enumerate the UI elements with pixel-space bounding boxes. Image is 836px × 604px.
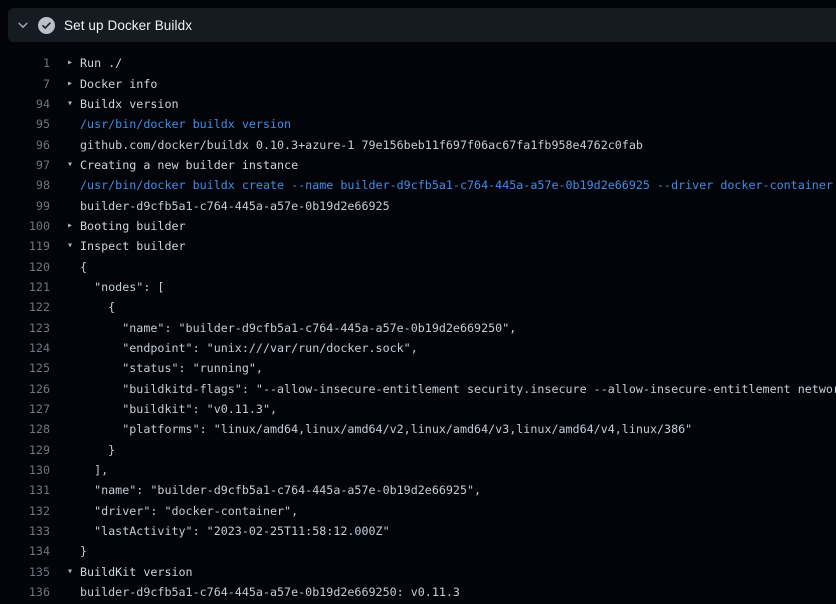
log-text: builder-d9cfb5a1-c764-445a-a57e-0b19d2e6… xyxy=(80,199,390,213)
line-number[interactable]: 95 xyxy=(0,117,50,131)
log-line: 123 "name": "builder-d9cfb5a1-c764-445a-… xyxy=(0,317,836,337)
line-number[interactable]: 94 xyxy=(0,97,50,111)
group-toggle-icon[interactable]: ▾ xyxy=(67,99,80,109)
line-number[interactable]: 127 xyxy=(0,402,50,416)
log-text: { xyxy=(80,300,115,314)
log-line: 124 "endpoint": "unix:///var/run/docker.… xyxy=(0,338,836,358)
actions-log-viewer: { "header": { "title": "Set up Docker Bu… xyxy=(0,0,836,604)
log-text: "name": "builder-d9cfb5a1-c764-445a-a57e… xyxy=(80,483,481,497)
line-number[interactable]: 134 xyxy=(0,544,50,558)
line-number[interactable]: 1 xyxy=(0,56,50,70)
log-line: 129 } xyxy=(0,440,836,460)
log-text: "buildkit": "v0.11.3", xyxy=(80,402,277,416)
line-number[interactable]: 123 xyxy=(0,321,50,335)
log-line: 135 ▾ BuildKit version xyxy=(0,562,836,582)
log-text: { xyxy=(80,260,87,274)
log-text: builder-d9cfb5a1-c764-445a-a57e-0b19d2e6… xyxy=(80,585,460,599)
log-line: 119 ▾ Inspect builder xyxy=(0,236,836,256)
line-number[interactable]: 96 xyxy=(0,138,50,152)
log-text[interactable]: Creating a new builder instance xyxy=(80,158,298,172)
log-text: "platforms": "linux/amd64,linux/amd64/v2… xyxy=(80,422,692,436)
log-text[interactable]: Buildx version xyxy=(80,97,179,111)
line-number[interactable]: 100 xyxy=(0,219,50,233)
log-area: 1 ▸ Run ./ 7 ▸ Docker info 94 ▾ Buildx v… xyxy=(0,53,836,602)
log-line: 99 builder-d9cfb5a1-c764-445a-a57e-0b19d… xyxy=(0,195,836,215)
log-text: "buildkitd-flags": "--allow-insecure-ent… xyxy=(80,382,836,396)
log-line: 98 /usr/bin/docker buildx create --name … xyxy=(0,175,836,195)
log-text: "endpoint": "unix:///var/run/docker.sock… xyxy=(80,341,418,355)
log-line: 127 "buildkit": "v0.11.3", xyxy=(0,399,836,419)
line-number[interactable]: 129 xyxy=(0,443,50,457)
log-text[interactable]: Run ./ xyxy=(80,56,122,70)
line-number[interactable]: 126 xyxy=(0,382,50,396)
log-line: 100 ▸ Booting builder xyxy=(0,216,836,236)
chevron-down-icon[interactable] xyxy=(8,18,38,32)
line-number[interactable]: 121 xyxy=(0,280,50,294)
log-text: "status": "running", xyxy=(80,361,263,375)
line-number[interactable]: 131 xyxy=(0,483,50,497)
log-line: 1 ▸ Run ./ xyxy=(0,53,836,73)
log-line: 121 "nodes": [ xyxy=(0,277,836,297)
log-text[interactable]: BuildKit version xyxy=(80,565,193,579)
line-number[interactable]: 119 xyxy=(0,239,50,253)
log-text: /usr/bin/docker buildx version xyxy=(80,117,291,131)
line-number[interactable]: 98 xyxy=(0,178,50,192)
log-line: 134 } xyxy=(0,541,836,561)
log-line: 95 /usr/bin/docker buildx version xyxy=(0,114,836,134)
line-number[interactable]: 7 xyxy=(0,77,50,91)
group-toggle-icon[interactable]: ▾ xyxy=(67,160,80,170)
line-number[interactable]: 135 xyxy=(0,565,50,579)
log-text: "lastActivity": "2023-02-25T11:58:12.000… xyxy=(80,524,390,538)
group-toggle-icon[interactable]: ▾ xyxy=(67,567,80,577)
log-line: 97 ▾ Creating a new builder instance xyxy=(0,155,836,175)
log-line: 96 github.com/docker/buildx 0.10.3+azure… xyxy=(0,134,836,154)
step-header[interactable]: Set up Docker Buildx xyxy=(8,8,836,42)
line-number[interactable]: 132 xyxy=(0,504,50,518)
group-toggle-icon[interactable]: ▸ xyxy=(67,221,80,231)
log-text[interactable]: Docker info xyxy=(80,77,157,91)
log-text: } xyxy=(80,443,115,457)
line-number[interactable]: 97 xyxy=(0,158,50,172)
group-toggle-icon[interactable]: ▸ xyxy=(67,79,80,89)
log-text: github.com/docker/buildx 0.10.3+azure-1 … xyxy=(80,138,643,152)
log-line: 94 ▾ Buildx version xyxy=(0,94,836,114)
log-text: } xyxy=(80,544,87,558)
log-line: 130 ], xyxy=(0,460,836,480)
log-line: 126 "buildkitd-flags": "--allow-insecure… xyxy=(0,379,836,399)
line-number[interactable]: 128 xyxy=(0,422,50,436)
log-line: 128 "platforms": "linux/amd64,linux/amd6… xyxy=(0,419,836,439)
log-line: 136 builder-d9cfb5a1-c764-445a-a57e-0b19… xyxy=(0,582,836,602)
log-line: 125 "status": "running", xyxy=(0,358,836,378)
line-number[interactable]: 125 xyxy=(0,361,50,375)
line-number[interactable]: 136 xyxy=(0,585,50,599)
line-number[interactable]: 122 xyxy=(0,300,50,314)
log-line: 7 ▸ Docker info xyxy=(0,73,836,93)
log-text: ], xyxy=(80,463,108,477)
line-number[interactable]: 133 xyxy=(0,524,50,538)
log-text: "name": "builder-d9cfb5a1-c764-445a-a57e… xyxy=(80,321,516,335)
log-line: 133 "lastActivity": "2023-02-25T11:58:12… xyxy=(0,521,836,541)
log-text: /usr/bin/docker buildx create --name bui… xyxy=(80,178,833,192)
line-number[interactable]: 130 xyxy=(0,463,50,477)
line-number[interactable]: 124 xyxy=(0,341,50,355)
check-circle-icon xyxy=(38,17,55,34)
log-line: 122 { xyxy=(0,297,836,317)
step-title: Set up Docker Buildx xyxy=(64,18,192,33)
log-line: 120 { xyxy=(0,256,836,276)
group-toggle-icon[interactable]: ▾ xyxy=(67,241,80,251)
log-line: 131 "name": "builder-d9cfb5a1-c764-445a-… xyxy=(0,480,836,500)
log-line: 132 "driver": "docker-container", xyxy=(0,501,836,521)
log-text: "driver": "docker-container", xyxy=(80,504,298,518)
line-number[interactable]: 99 xyxy=(0,199,50,213)
line-number[interactable]: 120 xyxy=(0,260,50,274)
log-text: "nodes": [ xyxy=(80,280,164,294)
log-text[interactable]: Inspect builder xyxy=(80,239,186,253)
group-toggle-icon[interactable]: ▸ xyxy=(67,58,80,68)
log-text[interactable]: Booting builder xyxy=(80,219,186,233)
